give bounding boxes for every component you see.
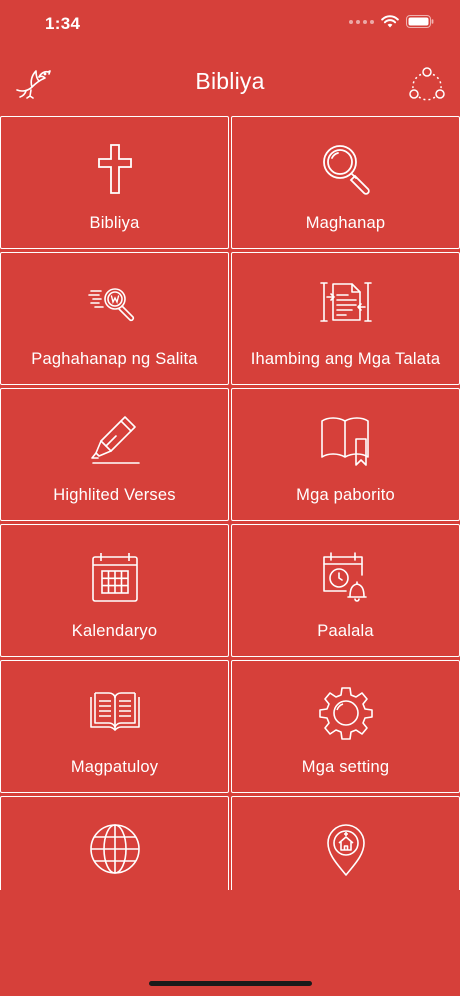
menu-tile-paalala[interactable]: Paalala xyxy=(231,524,460,657)
tile-label: Magpatuloy xyxy=(70,758,159,776)
tile-label: Mga paborito xyxy=(296,486,395,504)
menu-grid: Bibliya Maghanap Paghahanap ng Salita Ih… xyxy=(0,116,460,890)
bookmark-book-icon xyxy=(316,411,376,471)
cellular-signal-icon xyxy=(349,19,374,24)
home-indicator[interactable] xyxy=(149,981,312,986)
tile-label: Ihambing ang Mga Talata xyxy=(250,350,441,368)
compare-verses-icon xyxy=(316,275,376,335)
battery-icon xyxy=(406,15,434,28)
word-search-icon xyxy=(85,275,145,335)
menu-tile-word-search[interactable]: Paghahanap ng Salita xyxy=(0,252,229,385)
calendar-icon xyxy=(85,547,145,607)
open-book-icon xyxy=(85,683,145,743)
church-location-icon xyxy=(316,819,376,879)
wifi-icon xyxy=(381,15,399,28)
menu-tile-compare-verses[interactable]: Ihambing ang Mga Talata xyxy=(231,252,460,385)
tile-label: Bibliya xyxy=(89,214,140,232)
globe-icon xyxy=(85,819,145,879)
share-icon[interactable] xyxy=(408,66,446,102)
menu-tile-magpatuloy[interactable]: Magpatuloy xyxy=(0,660,229,793)
tile-label: Paalala xyxy=(317,622,374,640)
tile-label: Maghanap xyxy=(305,214,386,232)
navigation-bar: Bibliya xyxy=(0,52,460,114)
page-title: Bibliya xyxy=(195,68,265,94)
tile-label: Kalendaryo xyxy=(71,622,158,640)
status-time: 1:34 xyxy=(45,14,81,33)
status-icons xyxy=(349,15,434,28)
tile-label: Paghahanap ng Salita xyxy=(31,350,198,368)
magnifier-icon xyxy=(316,139,376,199)
gear-icon xyxy=(316,683,376,743)
menu-tile-bibliya[interactable]: Bibliya xyxy=(0,116,229,249)
status-bar: 1:34 xyxy=(0,0,460,52)
menu-tile-church-location[interactable] xyxy=(231,796,460,890)
menu-tile-kalendaryo[interactable]: Kalendaryo xyxy=(0,524,229,657)
menu-tile-mga-paborito[interactable]: Mga paborito xyxy=(231,388,460,521)
tile-label: Mga setting xyxy=(301,758,390,776)
menu-tile-highlighted-verses[interactable]: Highlited Verses xyxy=(0,388,229,521)
tile-label: Highlited Verses xyxy=(53,486,176,504)
menu-tile-maghanap[interactable]: Maghanap xyxy=(231,116,460,249)
menu-tile-mga-setting[interactable]: Mga setting xyxy=(231,660,460,793)
reminder-icon xyxy=(316,547,376,607)
cross-icon xyxy=(85,139,145,199)
highlighter-icon xyxy=(85,411,145,471)
menu-tile-globe[interactable] xyxy=(0,796,229,890)
